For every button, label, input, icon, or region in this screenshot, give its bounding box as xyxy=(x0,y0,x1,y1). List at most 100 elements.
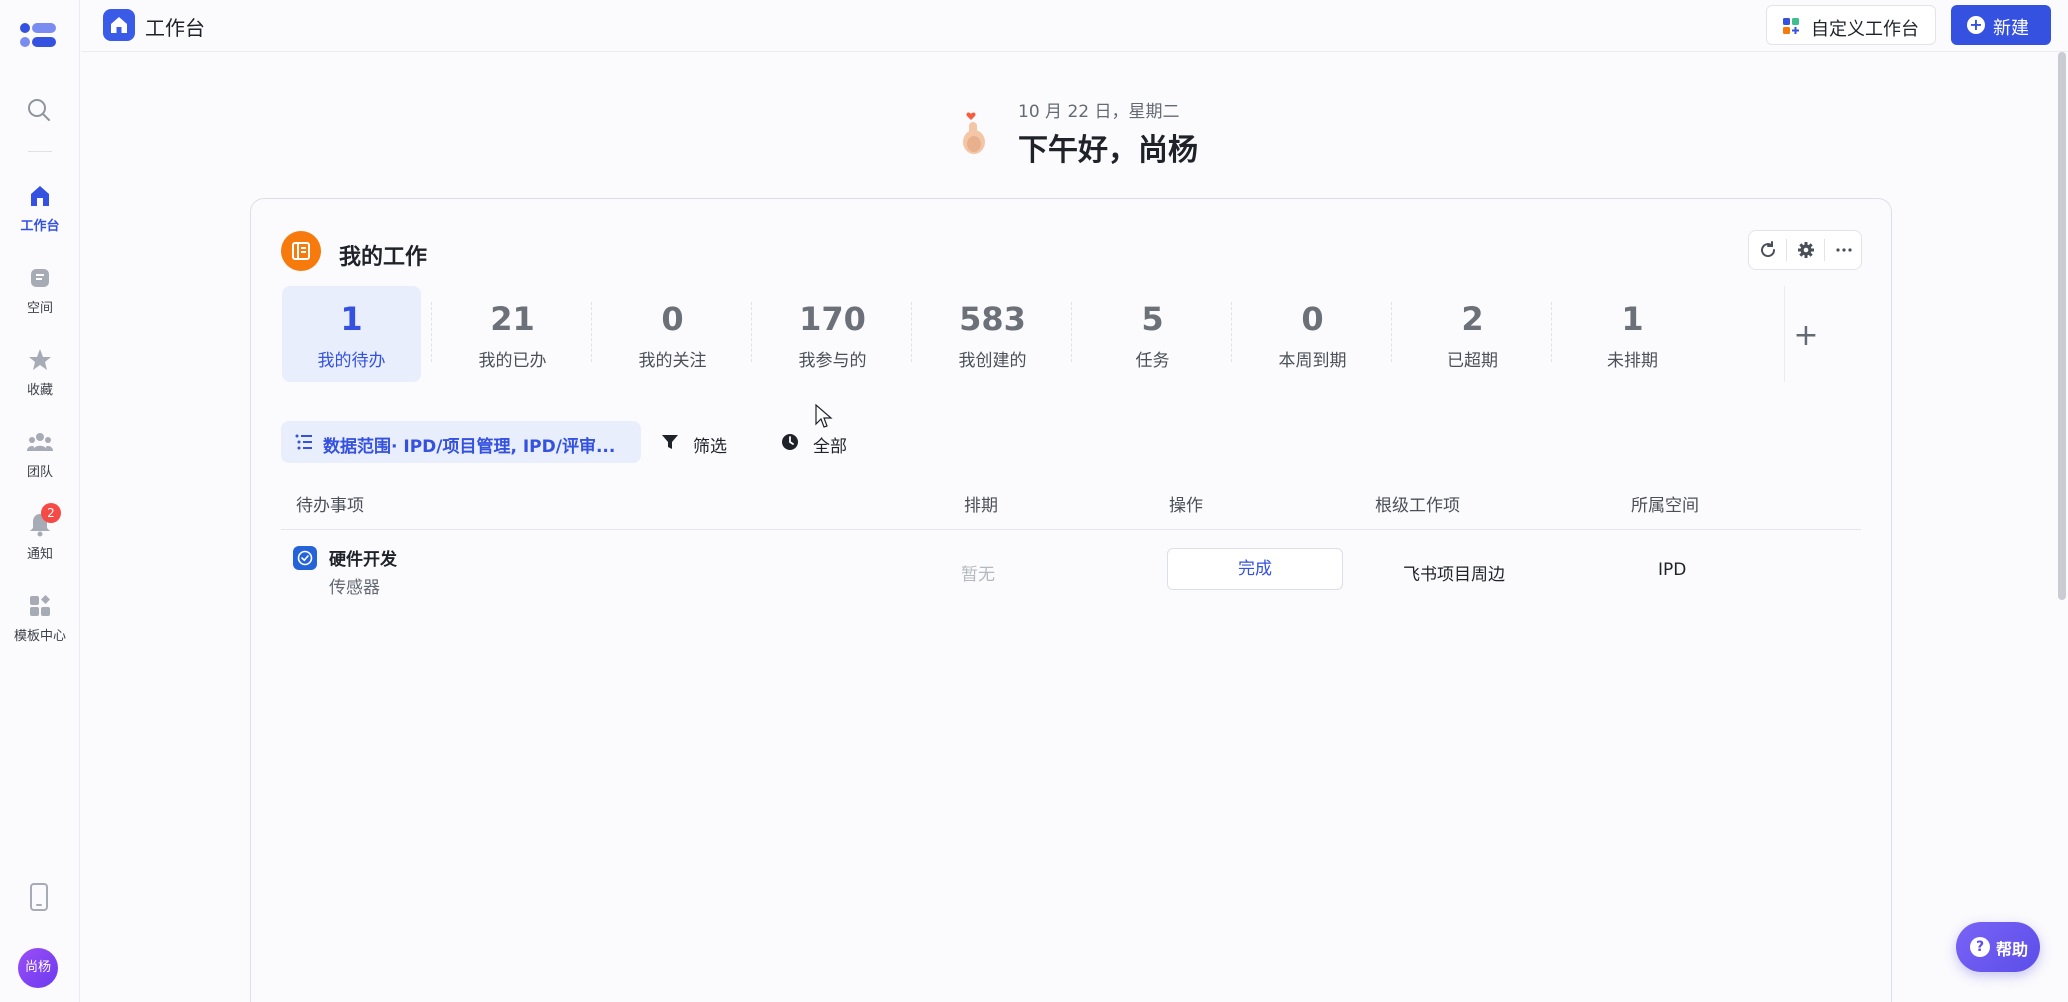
filter-label: 筛选 xyxy=(693,437,727,457)
stat-value: 0 xyxy=(661,300,684,338)
todo-subtitle: 传感器 xyxy=(329,578,380,598)
stat-value: 170 xyxy=(799,300,866,338)
stat-value: 2 xyxy=(1461,300,1484,338)
sidebar-item-label: 团队 xyxy=(26,465,53,480)
refresh-button[interactable] xyxy=(1749,231,1786,269)
column-header-space[interactable]: 所属空间 xyxy=(1631,491,1699,516)
workbench-home-icon xyxy=(103,9,135,41)
more-button[interactable] xyxy=(1825,231,1862,269)
data-scope-label: 数据范围· IPD/项目管理, IPD/评审... xyxy=(323,437,616,457)
sidebar-divider xyxy=(28,151,52,152)
sidebar-item-label: 通知 xyxy=(26,547,53,562)
stat-divider xyxy=(1391,302,1392,362)
mobile-icon[interactable] xyxy=(28,882,50,912)
greeting-date: 10 月 22 日，星期二 xyxy=(1018,102,1180,122)
card-title: 我的工作 xyxy=(339,245,428,270)
stat-created[interactable]: 583 我创建的 xyxy=(923,286,1062,382)
stat-divider xyxy=(431,302,432,362)
stat-divider xyxy=(1231,302,1232,362)
notification-badge: 2 xyxy=(41,503,61,523)
complete-button[interactable]: 完成 xyxy=(1167,548,1343,590)
star-icon xyxy=(29,349,51,370)
stat-value: 21 xyxy=(490,300,535,338)
stat-tasks[interactable]: 5 任务 xyxy=(1083,286,1222,382)
sidebar-item-notifications[interactable]: 2 通知 xyxy=(0,503,80,575)
todo-check-icon xyxy=(293,546,317,570)
stat-value: 1 xyxy=(1621,300,1644,338)
stat-label: 已超期 xyxy=(1447,351,1498,371)
table-row[interactable]: 硬件开发 传感器 暂无 完成 飞书项目周边 IPD xyxy=(281,531,1861,611)
filter-icon xyxy=(662,435,678,449)
sidebar-item-templates[interactable]: 模板中心 xyxy=(0,593,80,657)
new-button[interactable]: + 新建 xyxy=(1951,5,2051,45)
space-name[interactable]: IPD xyxy=(1658,560,1686,580)
my-work-icon xyxy=(281,231,321,271)
sidebar: 工作台 空间 收藏 团队 2 通知 模板中心 尚杨 xyxy=(0,0,80,1002)
stat-label: 我创建的 xyxy=(958,351,1027,371)
stat-label: 我参与的 xyxy=(798,351,867,371)
settings-button[interactable] xyxy=(1787,231,1824,269)
sidebar-item-space[interactable]: 空间 xyxy=(0,265,80,329)
clock-icon xyxy=(782,434,798,450)
stat-participated[interactable]: 170 我参与的 xyxy=(763,286,902,382)
sidebar-item-workbench[interactable]: 工作台 xyxy=(0,183,80,247)
stat-due-this-week[interactable]: 0 本周到期 xyxy=(1243,286,1382,382)
todo-name[interactable]: 硬件开发 xyxy=(329,545,397,570)
column-header-todo[interactable]: 待办事项 xyxy=(296,491,364,516)
stat-divider xyxy=(911,302,912,362)
sidebar-item-label: 空间 xyxy=(26,301,53,316)
page-title: 工作台 xyxy=(145,16,205,40)
customize-grid-icon xyxy=(1783,18,1799,34)
stat-label: 我的待办 xyxy=(317,351,386,371)
stat-divider xyxy=(1071,302,1072,362)
customize-label: 自定义工作台 xyxy=(1811,19,1919,40)
sidebar-item-favorites[interactable]: 收藏 xyxy=(0,347,80,411)
column-header-schedule[interactable]: 排期 xyxy=(964,491,998,516)
topbar: 工作台 自定义工作台 + 新建 xyxy=(81,0,2068,52)
list-icon xyxy=(295,434,312,450)
stat-divider xyxy=(751,302,752,362)
avatar[interactable]: 尚杨 xyxy=(18,948,58,988)
stat-overdue[interactable]: 2 已超期 xyxy=(1403,286,1542,382)
customize-workbench-button[interactable]: 自定义工作台 xyxy=(1766,5,1936,45)
hand-heart-icon xyxy=(963,112,985,154)
help-label: 帮助 xyxy=(1996,940,2029,959)
template-icon xyxy=(30,595,50,616)
table-header-divider xyxy=(281,529,1861,530)
help-icon: ? xyxy=(1970,937,1990,957)
card-toolbar xyxy=(1748,230,1862,270)
stat-label: 未排期 xyxy=(1607,351,1658,371)
sidebar-item-label: 工作台 xyxy=(20,219,60,234)
add-stat-button[interactable]: + xyxy=(1786,316,1826,356)
stat-my-todo[interactable]: 1 我的待办 xyxy=(282,286,421,382)
home-icon xyxy=(31,186,49,206)
stat-my-done[interactable]: 21 我的已办 xyxy=(443,286,582,382)
stat-label: 本周到期 xyxy=(1278,351,1347,371)
greeting-message: 下午好，尚杨 xyxy=(1018,133,1198,168)
time-range-label: 全部 xyxy=(813,437,847,457)
stat-divider xyxy=(1784,286,1785,382)
search-icon[interactable] xyxy=(26,97,52,123)
stat-label: 任务 xyxy=(1135,351,1170,371)
stat-value: 5 xyxy=(1141,300,1164,338)
sidebar-item-label: 收藏 xyxy=(26,383,53,398)
data-scope-button[interactable]: 数据范围· IPD/项目管理, IPD/评审... xyxy=(281,421,641,463)
root-item[interactable]: 飞书项目周边 xyxy=(1403,560,1505,585)
stat-label: 我的关注 xyxy=(638,351,707,371)
app-logo[interactable] xyxy=(18,18,60,52)
column-header-root-item[interactable]: 根级工作项 xyxy=(1375,491,1460,516)
plus-circle-icon: + xyxy=(1967,16,1985,34)
page-scrollbar[interactable] xyxy=(2058,52,2066,600)
filter-button[interactable]: 筛选 xyxy=(661,421,741,463)
column-header-action[interactable]: 操作 xyxy=(1169,491,1203,516)
my-work-card: 我的工作 1 我的待办 21 我的已办 0 我的关注 170 我参与的 583 … xyxy=(250,198,1892,1002)
stat-my-following[interactable]: 0 我的关注 xyxy=(603,286,742,382)
stat-divider xyxy=(591,302,592,362)
gear-icon xyxy=(1798,242,1814,258)
new-label: 新建 xyxy=(1993,18,2029,39)
sidebar-item-team[interactable]: 团队 xyxy=(0,429,80,493)
help-button[interactable]: ? 帮助 xyxy=(1956,922,2040,972)
todo-schedule[interactable]: 暂无 xyxy=(961,560,995,585)
stat-unscheduled[interactable]: 1 未排期 xyxy=(1563,286,1702,382)
team-icon xyxy=(27,433,53,451)
